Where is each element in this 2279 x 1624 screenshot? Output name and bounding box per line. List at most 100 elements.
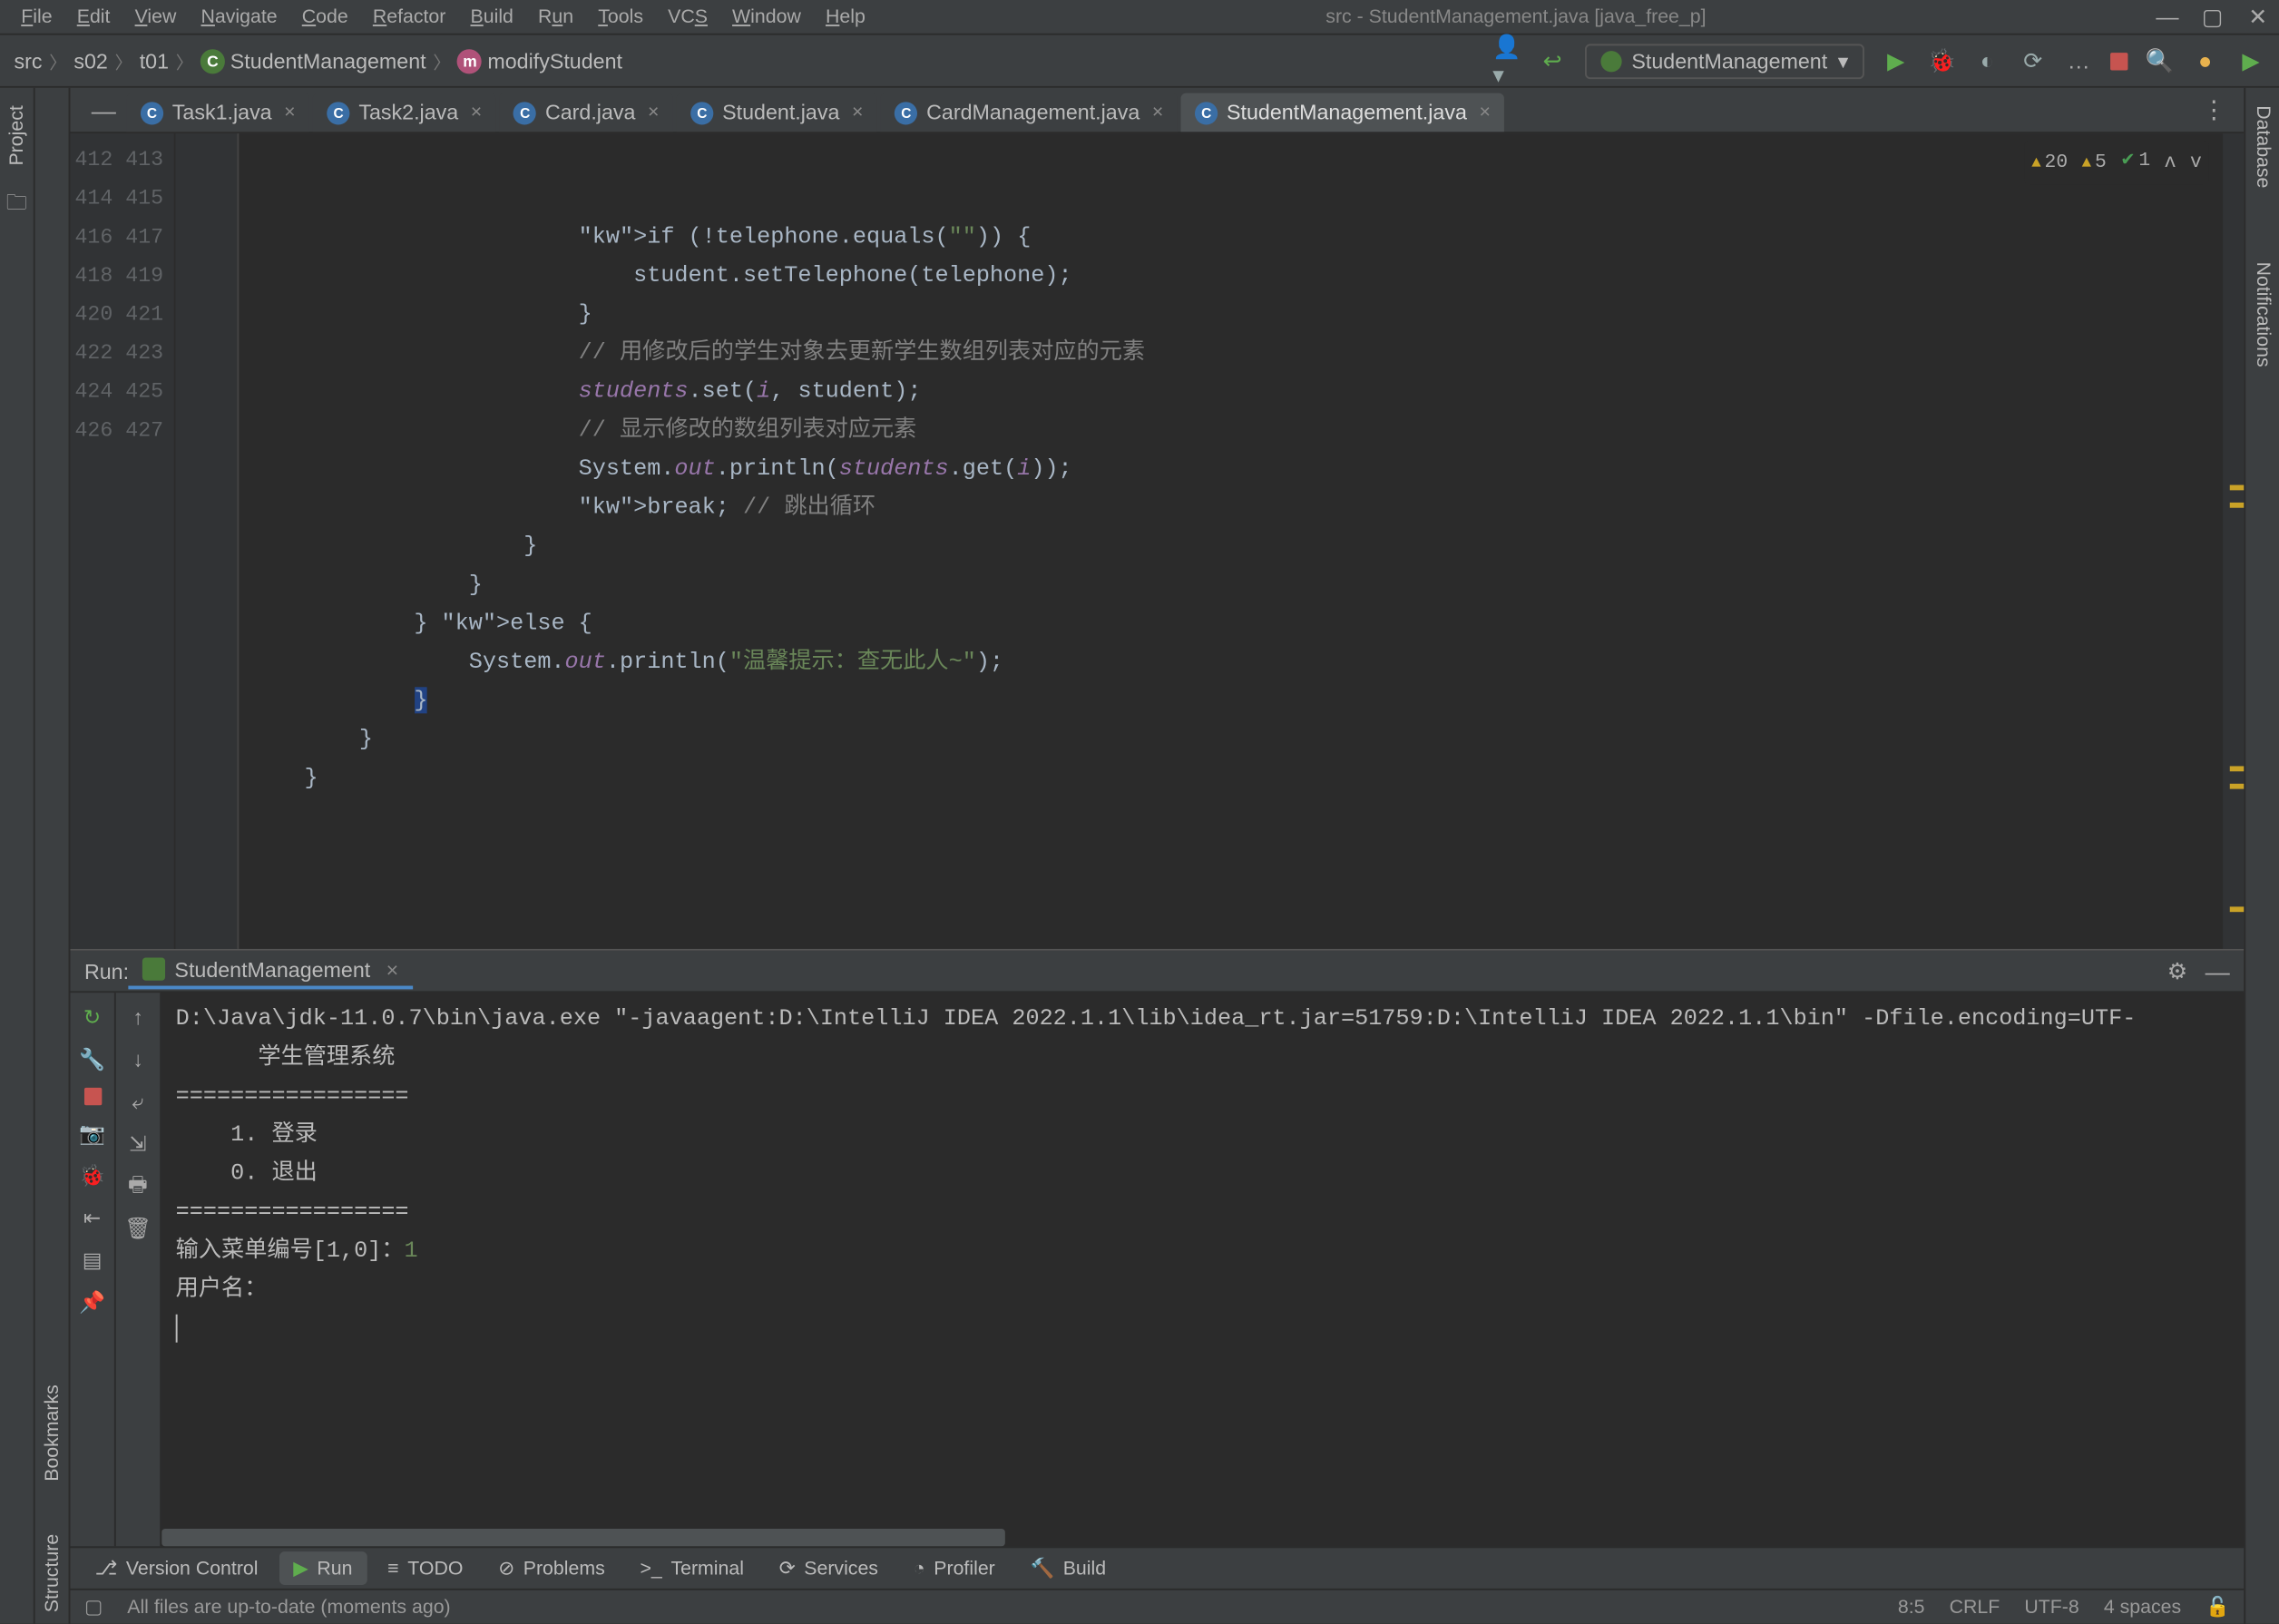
crumb-class[interactable]: CStudentManagement	[201, 48, 426, 73]
back-icon[interactable]: ↩	[1539, 46, 1567, 74]
menu-build[interactable]: Build	[460, 3, 524, 31]
maximize-icon[interactable]: ▢	[2202, 3, 2223, 31]
close-icon[interactable]: ✕	[2247, 3, 2268, 31]
notifications-tool[interactable]: Notifications	[2252, 251, 2273, 377]
structure-tool[interactable]: Structure	[42, 1535, 63, 1613]
down-icon[interactable]: ↓	[124, 1045, 152, 1073]
terminal-icon: >_	[640, 1558, 661, 1579]
console-output[interactable]: D:\Java\jdk-11.0.7\bin\java.exe "-javaag…	[161, 993, 2244, 1546]
bottom-terminal[interactable]: >_Terminal	[626, 1552, 758, 1584]
menu-edit[interactable]: Edit	[66, 3, 121, 31]
print-icon[interactable]: 🖶	[124, 1172, 152, 1200]
crumb-s02[interactable]: s02	[73, 48, 107, 73]
debug-icon[interactable]: 🐞	[1928, 46, 1956, 74]
tab-close-icon[interactable]: ×	[1152, 102, 1163, 122]
rerun-icon[interactable]: ↻	[78, 1003, 106, 1032]
menu-window[interactable]: Window	[721, 3, 811, 31]
editor[interactable]: 412 413 414 415 416 417 418 419 420 421 …	[70, 133, 2244, 949]
tab-close-icon[interactable]: ×	[471, 102, 482, 122]
tab-close-icon[interactable]: ×	[852, 102, 863, 122]
chevron-up-icon[interactable]: ʌ	[2165, 143, 2176, 182]
database-tool[interactable]: Database	[2252, 95, 2273, 199]
search-icon[interactable]: 🔍	[2146, 46, 2174, 74]
wrench-icon[interactable]: 🔧	[78, 1045, 106, 1073]
exit-icon[interactable]: ⇤	[78, 1204, 106, 1232]
camera-icon[interactable]: 📷	[78, 1120, 106, 1148]
bottom-run[interactable]: ▶Run	[279, 1551, 367, 1585]
run-config-selector[interactable]: StudentManagement ▾	[1584, 43, 1864, 78]
menu-view[interactable]: View	[124, 3, 187, 31]
hide-icon[interactable]: —	[2206, 957, 2230, 985]
caret-position[interactable]: 8:5	[1898, 1597, 1925, 1618]
project-tool[interactable]: Project	[6, 95, 27, 177]
tab-close-icon[interactable]: ×	[648, 102, 659, 122]
menu-help[interactable]: Help	[815, 3, 875, 31]
run-tab-icon	[143, 958, 166, 981]
tab-Student-java[interactable]: CStudent.java×	[677, 93, 877, 132]
ide-update-icon[interactable]: ●	[2191, 46, 2219, 74]
tab-close-icon[interactable]: ×	[1479, 102, 1490, 122]
tab-Task1-java[interactable]: CTask1.java×	[126, 93, 309, 132]
line-separator[interactable]: CRLF	[1950, 1597, 2000, 1618]
folder-icon[interactable]: 🗀	[6, 187, 27, 224]
code-area[interactable]: "kw">if (!telephone.equals("")) { studen…	[239, 133, 2223, 949]
breadcrumb[interactable]: src〉 s02〉 t01〉 CStudentManagement〉 mmodi…	[14, 47, 621, 73]
encoding[interactable]: UTF-8	[2024, 1597, 2078, 1618]
java-class-icon: C	[895, 101, 917, 123]
indent[interactable]: 4 spaces	[2104, 1597, 2181, 1618]
tab-Card-java[interactable]: CCard.java×	[500, 93, 673, 132]
menu-file[interactable]: File	[11, 3, 64, 31]
crumb-method[interactable]: mmodifyStudent	[457, 48, 622, 73]
play-icon[interactable]: ▶	[2237, 46, 2265, 74]
tab-StudentManagement-java[interactable]: CStudentManagement.java×	[1181, 93, 1505, 132]
tab-Task2-java[interactable]: CTask2.java×	[313, 93, 496, 132]
chevron-down-icon[interactable]: v	[2190, 143, 2202, 182]
tab-close-icon[interactable]: ×	[284, 102, 295, 122]
bottom-problems[interactable]: ⊘Problems	[484, 1551, 620, 1585]
menu-code[interactable]: Code	[291, 3, 358, 31]
trash-icon[interactable]: 🗑	[124, 1214, 152, 1242]
attach-icon[interactable]: …	[2065, 46, 2093, 74]
minimize-icon[interactable]: —	[2156, 3, 2176, 31]
bottom-todo[interactable]: ≡TODO	[374, 1552, 477, 1584]
pin-icon[interactable]: 📌	[78, 1288, 106, 1316]
tabs-more-icon[interactable]: ⋮	[2184, 88, 2244, 132]
menu-tools[interactable]: Tools	[588, 3, 654, 31]
run-tab[interactable]: StudentManagement ×	[129, 954, 413, 989]
menu-refactor[interactable]: Refactor	[362, 3, 456, 31]
readonly-icon[interactable]: 🔓	[2206, 1596, 2230, 1619]
status-box-icon[interactable]: ▢	[84, 1596, 103, 1619]
fold-gutter[interactable]	[176, 133, 240, 949]
run-icon[interactable]: ▶	[1882, 46, 1910, 74]
main-menu[interactable]: File Edit View Navigate Code Refactor Bu…	[11, 3, 876, 31]
console-scrollbar[interactable]	[161, 1529, 1005, 1546]
java-class-icon: C	[328, 101, 350, 123]
profile-icon[interactable]: ⟳	[2019, 46, 2047, 74]
error-stripe[interactable]	[2223, 133, 2244, 949]
menu-navigate[interactable]: Navigate	[191, 3, 288, 31]
layout-icon[interactable]: ▤	[78, 1246, 106, 1274]
bottom-version-control[interactable]: ⎇Version Control	[81, 1551, 272, 1585]
bug2-icon[interactable]: 🐞	[78, 1161, 106, 1189]
run-tab-close-icon[interactable]: ×	[386, 957, 399, 982]
bottom-profiler[interactable]: ◔Profiler	[899, 1552, 1009, 1584]
menu-run[interactable]: Run	[527, 3, 583, 31]
add-config-icon[interactable]: 👤▾	[1492, 46, 1521, 74]
collapse-icon[interactable]: —	[81, 90, 126, 132]
scroll-icon[interactable]: ⇲	[124, 1130, 152, 1158]
crumb-src[interactable]: src	[14, 48, 42, 73]
menu-vcs[interactable]: VCS	[658, 3, 719, 31]
coverage-icon[interactable]: ◐	[1973, 46, 2001, 74]
stop-icon[interactable]	[2110, 52, 2127, 69]
bottom-build[interactable]: 🔨Build	[1016, 1551, 1120, 1585]
inspection-widget[interactable]: 20 5 1 ʌ v	[2024, 141, 2208, 184]
up-icon[interactable]: ↑	[124, 1003, 152, 1032]
run-tools-left: ↻ 🔧 📷 🐞 ⇤ ▤ 📌	[70, 993, 115, 1546]
tab-CardManagement-java[interactable]: CCardManagement.java×	[881, 93, 1178, 132]
gear-icon[interactable]: ⚙	[2167, 957, 2188, 985]
wrap-icon[interactable]: ⤶	[124, 1088, 152, 1116]
bookmarks-tool[interactable]: Bookmarks	[42, 1385, 63, 1482]
crumb-t01[interactable]: t01	[140, 48, 169, 73]
bottom-services[interactable]: ⟳Services	[765, 1551, 892, 1585]
stop2-icon[interactable]	[83, 1088, 101, 1105]
